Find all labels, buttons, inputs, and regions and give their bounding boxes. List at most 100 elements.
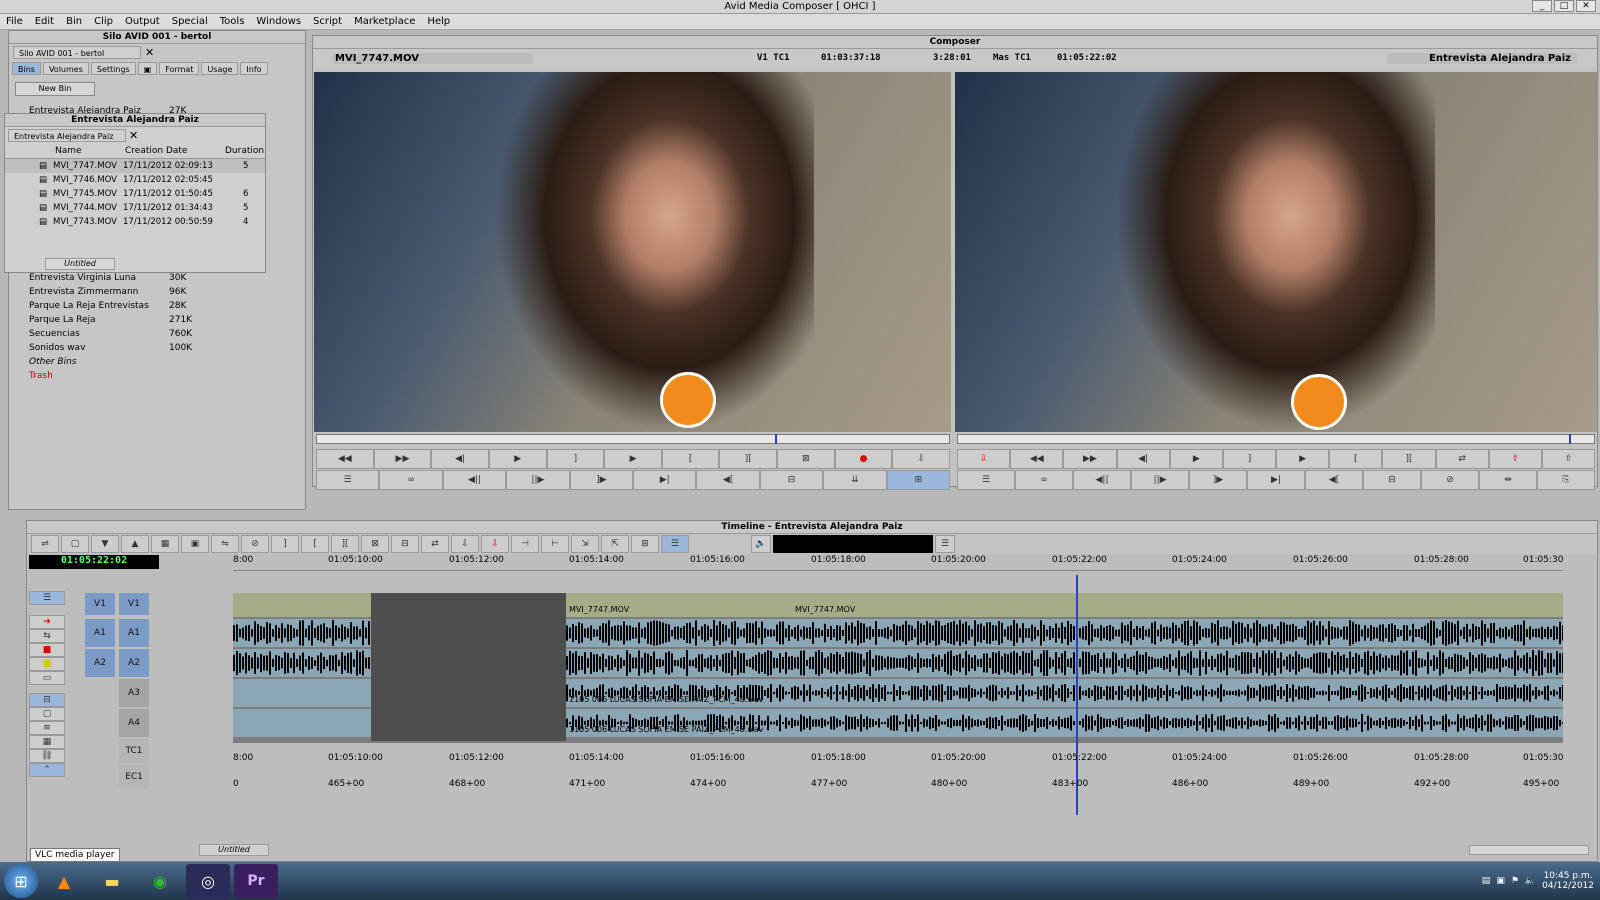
minimize-icon[interactable]: _: [1532, 0, 1552, 12]
menu-special[interactable]: Special: [166, 14, 214, 29]
monitor-tool-icon[interactable]: ▭: [29, 671, 65, 685]
step-forward-frame-icon[interactable]: ||▶: [1131, 470, 1189, 490]
new-bin-button[interactable]: New Bin: [15, 82, 95, 96]
speaker-icon[interactable]: 🔈: [751, 535, 771, 553]
track-a1-source[interactable]: A1: [85, 619, 115, 647]
extract-icon[interactable]: ⇲: [571, 535, 599, 553]
menu-list-icon[interactable]: ☰: [316, 470, 380, 490]
tab-format[interactable]: Format: [159, 62, 200, 75]
menu-output[interactable]: Output: [119, 14, 166, 29]
link-icon[interactable]: ∞: [379, 470, 443, 490]
track-ec1[interactable]: EC1: [119, 765, 149, 789]
clip-icon[interactable]: ▢: [61, 535, 89, 553]
list-item[interactable]: Sonidos wav 100K: [9, 341, 305, 355]
mark-in-icon[interactable]: [: [1329, 449, 1383, 469]
step-back-frame-icon[interactable]: ◀||: [1073, 470, 1131, 490]
track-a1-record[interactable]: A1: [119, 619, 149, 647]
monitor-icon[interactable]: ⊞: [886, 470, 951, 490]
mixer-icon[interactable]: ≡: [29, 721, 65, 735]
grid-icon[interactable]: ▦: [29, 735, 65, 749]
menu-list-icon[interactable]: ☰: [957, 470, 1015, 490]
flag-icon[interactable]: ⚑: [1511, 876, 1519, 886]
splice-icon[interactable]: ⇩: [451, 535, 479, 553]
clear-icon[interactable]: ⊘: [241, 535, 269, 553]
start-button-icon[interactable]: ⊞: [4, 864, 38, 898]
table-row[interactable]: ▤ MVI_7745.MOV 17/11/2012 01:50:45 6: [5, 187, 265, 201]
track-tc1[interactable]: TC1: [119, 739, 149, 763]
mark-out-icon[interactable]: ]: [1222, 449, 1277, 469]
fast-forward-icon[interactable]: ▶▶: [1063, 449, 1117, 469]
go-to-in-icon[interactable]: ◀[: [696, 470, 760, 490]
red-arrow-icon[interactable]: ➜: [29, 615, 65, 629]
table-row[interactable]: ▤ MVI_7744.MOV 17/11/2012 01:34:43 5: [5, 201, 265, 215]
add-edit-icon[interactable]: ⊣: [511, 535, 539, 553]
tab-settings[interactable]: Settings: [90, 62, 136, 75]
timeline-menu-icon[interactable]: ☰: [935, 535, 955, 553]
volume-icon[interactable]: 🔈: [1525, 876, 1536, 886]
list-view-icon[interactable]: ☰: [661, 535, 689, 553]
track-options-icon[interactable]: ⇌: [31, 535, 59, 553]
extract-icon[interactable]: ⇧: [1541, 449, 1596, 469]
menu-tools[interactable]: Tools: [214, 14, 251, 29]
go-to-out-icon[interactable]: ]▶: [569, 470, 634, 490]
premiere-icon[interactable]: Pr: [234, 864, 278, 898]
track-v1-source[interactable]: V1: [85, 593, 115, 615]
col-creation-date[interactable]: Creation Date: [125, 146, 225, 156]
mark-out-icon[interactable]: ]: [271, 535, 299, 553]
overwrite-red-icon[interactable]: ⇩: [957, 449, 1011, 469]
col-name[interactable]: Name: [55, 146, 125, 156]
track-a4-record[interactable]: A4: [119, 709, 149, 737]
mastc1-label[interactable]: Mas TC1: [993, 53, 1031, 63]
bin-tab[interactable]: Entrevista Alejandra Paiz: [8, 128, 126, 142]
table-row[interactable]: ▤ MVI_7743.MOV 17/11/2012 00:50:59 4: [5, 215, 265, 229]
mark-clip-icon[interactable]: ][: [1382, 449, 1436, 469]
timeline-ruler[interactable]: 8:00 01:05:10:00 01:05:12:00 01:05:14:00…: [233, 555, 1563, 571]
overwrite-red-icon[interactable]: ⇩: [481, 535, 509, 553]
timeline-view-selector[interactable]: Untitled: [199, 844, 269, 856]
source-monitor[interactable]: [314, 72, 951, 432]
menu-clip[interactable]: Clip: [88, 14, 119, 29]
menu-marketplace[interactable]: Marketplace: [348, 14, 421, 29]
video-mode-icon[interactable]: ⊟: [29, 693, 65, 707]
mark-clip-icon[interactable]: ][: [331, 535, 359, 553]
menu-help[interactable]: Help: [421, 14, 456, 29]
source-clip-menu[interactable]: MVI_7747.MOV: [333, 52, 533, 64]
close-tab-icon[interactable]: ✕: [145, 46, 154, 59]
record-position-indicator[interactable]: [1569, 434, 1571, 444]
go-to-end-icon[interactable]: ▶|: [633, 470, 697, 490]
collapse-icon[interactable]: ⌃: [29, 763, 65, 777]
menu-windows[interactable]: Windows: [250, 14, 307, 29]
go-to-out-icon[interactable]: ]▶: [1189, 470, 1247, 490]
split-icon[interactable]: ⇹: [1479, 470, 1537, 490]
play-icon[interactable]: ▶: [488, 449, 547, 469]
close-bin-tab-icon[interactable]: ✕: [129, 129, 138, 142]
source-position-indicator[interactable]: [775, 434, 777, 444]
trim-icon[interactable]: ⇄: [1435, 449, 1489, 469]
tab-bins[interactable]: Bins: [12, 62, 41, 75]
lift-icon[interactable]: ⊢: [541, 535, 569, 553]
table-row[interactable]: ▤ MVI_7746.MOV 17/11/2012 02:05:45: [5, 173, 265, 187]
tab-info[interactable]: Info: [240, 62, 268, 75]
mark-out-icon[interactable]: ]: [546, 449, 605, 469]
timeline-scrollbar[interactable]: [1469, 845, 1589, 855]
track-a2-record[interactable]: A2: [119, 649, 149, 677]
yellow-marker-icon[interactable]: ■: [29, 657, 65, 671]
lift-red-icon[interactable]: ⇧: [1488, 449, 1542, 469]
other-bins-folder[interactable]: Other Bins: [9, 355, 305, 369]
splice-in-icon[interactable]: ⇩: [892, 449, 951, 469]
chrome-icon[interactable]: ◉: [138, 864, 182, 898]
record-monitor[interactable]: [955, 72, 1597, 432]
notification-icon[interactable]: ▣: [1496, 876, 1505, 886]
close-icon[interactable]: ✕: [1576, 0, 1596, 12]
mark-in-icon[interactable]: [: [661, 449, 720, 469]
sync-icon[interactable]: ⇋: [211, 535, 239, 553]
track-area[interactable]: MVI_7747.MOV MVI_7747.MOV 1105 006 LUCAS…: [233, 575, 1563, 815]
list-item[interactable]: Parque La Reja Entrevistas 28K: [9, 299, 305, 313]
track-v1-record[interactable]: V1: [119, 593, 149, 615]
step-back-frame-icon[interactable]: ◀||: [442, 470, 507, 490]
clear-marks-icon[interactable]: ⊠: [777, 449, 835, 469]
play-large-icon[interactable]: ▶: [604, 449, 662, 469]
list-item[interactable]: Entrevista Zimmermann 96K: [9, 285, 305, 299]
play-icon[interactable]: ▶: [1169, 449, 1223, 469]
vlc-icon[interactable]: ▲: [42, 864, 86, 898]
